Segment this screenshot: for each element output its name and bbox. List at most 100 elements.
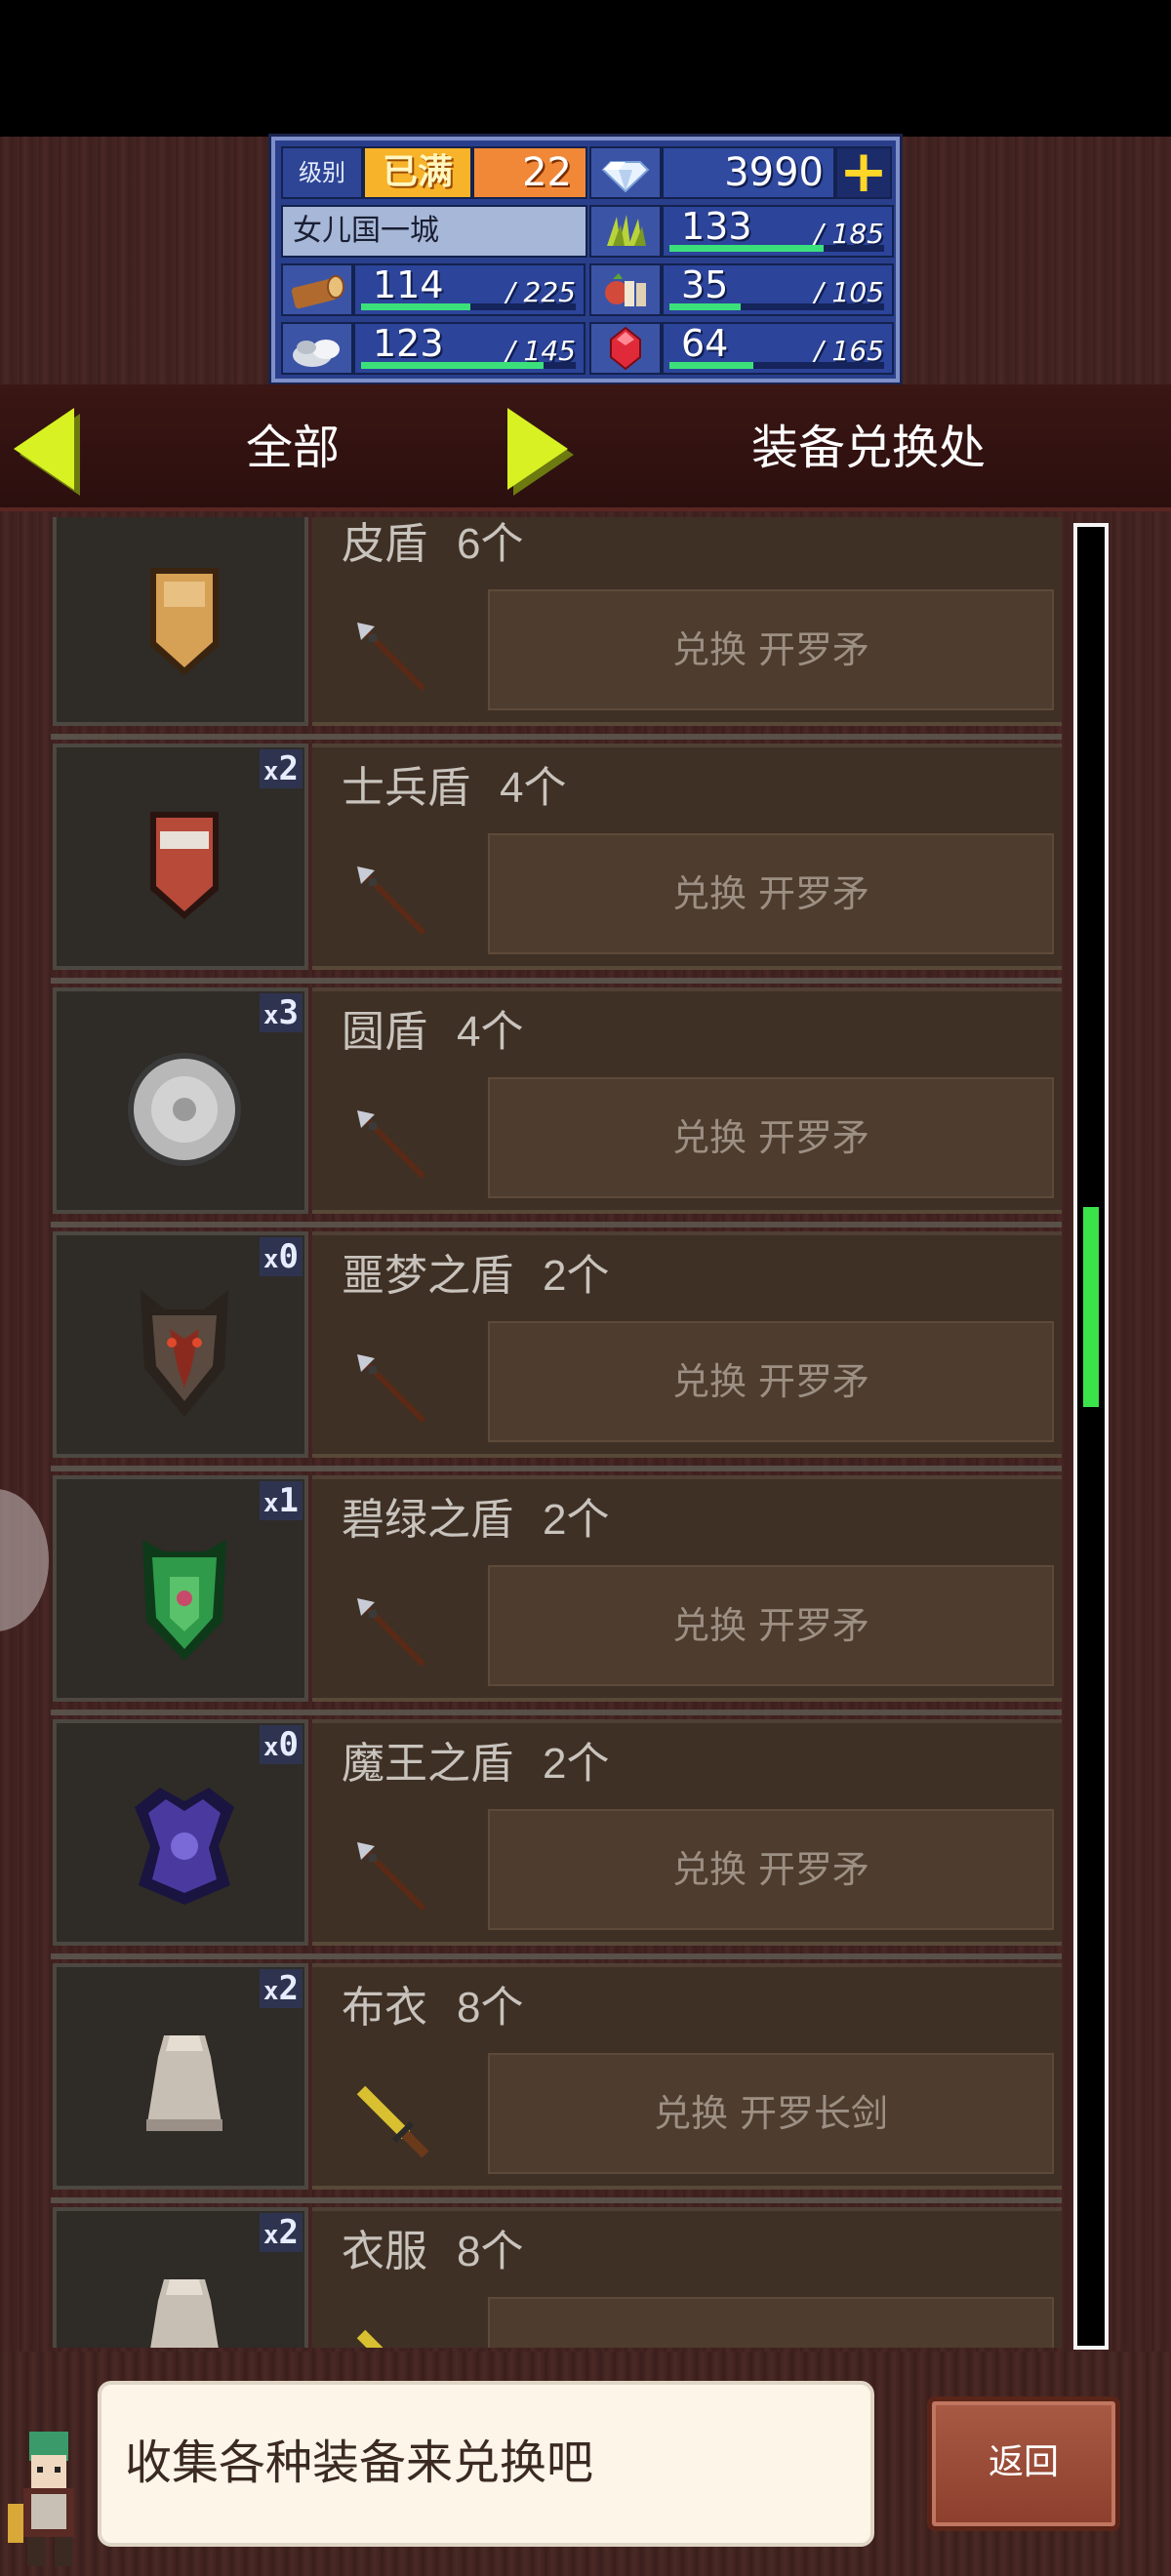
item-info: 布衣 8个 兑换 开罗长剑 bbox=[312, 1963, 1062, 2190]
hint-dialog: 收集各种装备来兑换吧 bbox=[98, 2381, 874, 2547]
exchange-button[interactable]: 兑换 开罗矛 bbox=[488, 1077, 1054, 1198]
demon-shield-icon bbox=[135, 1788, 234, 1905]
exchange-button[interactable]: 兑换 开罗矛 bbox=[488, 589, 1054, 710]
item-name-text: 皮盾 bbox=[342, 520, 427, 568]
owned-count-badge: x2 bbox=[259, 2213, 303, 2252]
food-current: 35 bbox=[681, 263, 729, 306]
owned-count-badge: x3 bbox=[259, 993, 303, 1032]
item-qty: 2个 bbox=[543, 1740, 610, 1788]
owned-count-badge: x2 bbox=[259, 749, 303, 788]
wood-current: 114 bbox=[373, 263, 444, 306]
food-icon-cell bbox=[589, 263, 662, 316]
item-name-text: 士兵盾 bbox=[342, 764, 470, 812]
item-thumbnail: x3 bbox=[53, 987, 308, 1214]
wood-bar bbox=[361, 303, 576, 310]
stone-bar-fill bbox=[361, 362, 544, 369]
list-item: x0 魔王之盾 2个 兑换 开罗矛 bbox=[51, 1711, 1062, 1948]
level-value: 22 bbox=[472, 146, 587, 199]
food-bar bbox=[669, 303, 884, 310]
list-item: 皮盾 6个 兑换 开罗矛 bbox=[51, 517, 1062, 728]
resource-hud: 级别 已满 22 3990 + 女儿国一城 133 / 185 114 / 22… bbox=[271, 137, 900, 382]
exchange-button[interactable]: 兑换 开罗矛 bbox=[488, 1321, 1054, 1442]
grass-current: 133 bbox=[681, 205, 752, 248]
list-item: x2 士兵盾 4个 兑换 开罗矛 bbox=[51, 736, 1062, 972]
stone-icon bbox=[293, 340, 340, 367]
wood-log-icon bbox=[291, 275, 344, 309]
soldier-shield-icon bbox=[150, 812, 219, 919]
owned-count-badge: x2 bbox=[259, 1969, 303, 2008]
item-name: 碧绿之盾 2个 bbox=[342, 1489, 609, 1551]
grass-icon-cell bbox=[589, 205, 662, 258]
wood-icon-cell bbox=[281, 263, 353, 316]
arrow-left-icon bbox=[14, 408, 74, 490]
footer-bar: 收集各种装备来兑换吧 返回 bbox=[0, 2352, 1171, 2576]
item-qty: 6个 bbox=[457, 520, 524, 568]
owned-count-badge: x0 bbox=[259, 1237, 303, 1276]
item-qty: 4个 bbox=[457, 1008, 524, 1056]
category-filter-label: 全部 bbox=[245, 421, 340, 475]
arrow-right-icon bbox=[507, 408, 568, 490]
stone-counter: 123 / 145 bbox=[353, 322, 586, 375]
ruby-icon-cell bbox=[589, 322, 662, 375]
exchange-button[interactable]: 兑换 开罗长剑 bbox=[488, 2053, 1054, 2174]
nightmare-shield-icon bbox=[141, 1290, 228, 1417]
longsword-icon bbox=[356, 2329, 384, 2348]
prev-category-button[interactable] bbox=[6, 406, 80, 496]
grass-icon bbox=[607, 215, 646, 246]
scrollbar-thumb[interactable] bbox=[1083, 1206, 1099, 1407]
level-label: 级别 bbox=[281, 146, 363, 199]
leather-shield-icon bbox=[150, 568, 219, 675]
equipment-list[interactable]: 皮盾 6个 兑换 开罗矛 x2 士兵盾 4个 兑换 开罗矛 x3 圆盾 4个 兑… bbox=[51, 517, 1062, 2348]
exchange-button[interactable]: 兑换 开罗矛 bbox=[488, 1565, 1054, 1686]
list-scrollbar[interactable] bbox=[1073, 523, 1109, 2350]
spear-icon bbox=[357, 1110, 426, 1180]
exchange-button[interactable]: 兑换 开罗矛 bbox=[488, 833, 1054, 954]
item-name-text: 衣服 bbox=[342, 2228, 427, 2275]
level-status: 已满 bbox=[363, 146, 472, 199]
item-qty: 8个 bbox=[457, 2228, 524, 2275]
item-thumbnail bbox=[53, 517, 308, 726]
item-name: 士兵盾 4个 bbox=[342, 757, 566, 820]
item-info: 圆盾 4个 兑换 开罗矛 bbox=[312, 987, 1062, 1214]
item-thumbnail: x2 bbox=[53, 1963, 308, 2190]
grass-counter: 133 / 185 bbox=[662, 205, 894, 258]
back-button[interactable]: 返回 bbox=[927, 2396, 1120, 2531]
next-category-button[interactable] bbox=[504, 406, 578, 496]
diamond-icon bbox=[601, 161, 650, 193]
exchange-button[interactable] bbox=[488, 2297, 1054, 2348]
item-info: 士兵盾 4个 兑换 开罗矛 bbox=[312, 744, 1062, 970]
spear-icon bbox=[357, 1598, 426, 1668]
clothes-icon bbox=[150, 2279, 219, 2348]
list-item: x3 圆盾 4个 兑换 开罗矛 bbox=[51, 980, 1062, 1216]
item-thumbnail: x1 bbox=[53, 1475, 308, 1702]
food-icon bbox=[605, 273, 646, 306]
food-counter: 35 / 105 bbox=[662, 263, 894, 316]
item-name: 衣服 8个 bbox=[342, 2221, 523, 2283]
add-gems-button[interactable]: + bbox=[835, 142, 892, 201]
shop-title: 装备兑换处 bbox=[750, 421, 986, 475]
item-info: 碧绿之盾 2个 兑换 开罗矛 bbox=[312, 1475, 1062, 1702]
item-name: 圆盾 4个 bbox=[342, 1001, 523, 1064]
item-name-text: 噩梦之盾 bbox=[342, 1252, 513, 1300]
grass-bar-fill bbox=[669, 245, 825, 252]
wood-counter: 114 / 225 bbox=[353, 263, 586, 316]
owned-count-badge: x1 bbox=[259, 1481, 303, 1520]
stone-bar bbox=[361, 362, 576, 369]
town-name: 女儿国一城 bbox=[281, 205, 587, 258]
item-info: 魔王之盾 2个 兑换 开罗矛 bbox=[312, 1719, 1062, 1946]
item-thumbnail: x2 bbox=[53, 744, 308, 970]
item-qty: 2个 bbox=[543, 1496, 610, 1544]
item-name: 噩梦之盾 2个 bbox=[342, 1245, 609, 1308]
item-info: 皮盾 6个 兑换 开罗矛 bbox=[312, 517, 1062, 726]
item-name: 皮盾 6个 bbox=[342, 517, 523, 576]
item-thumbnail: x2 bbox=[53, 2207, 308, 2348]
ruby-counter: 64 / 165 bbox=[662, 322, 894, 375]
item-name-text: 圆盾 bbox=[342, 1008, 427, 1056]
exchange-button[interactable]: 兑换 开罗矛 bbox=[488, 1809, 1054, 1930]
item-info: 噩梦之盾 2个 兑换 开罗矛 bbox=[312, 1231, 1062, 1458]
spear-icon bbox=[357, 1354, 426, 1424]
item-name-text: 布衣 bbox=[342, 1984, 427, 2032]
item-name-text: 碧绿之盾 bbox=[342, 1496, 513, 1544]
list-item: x2 衣服 8个 bbox=[51, 2199, 1062, 2348]
item-name: 布衣 8个 bbox=[342, 1977, 523, 2039]
